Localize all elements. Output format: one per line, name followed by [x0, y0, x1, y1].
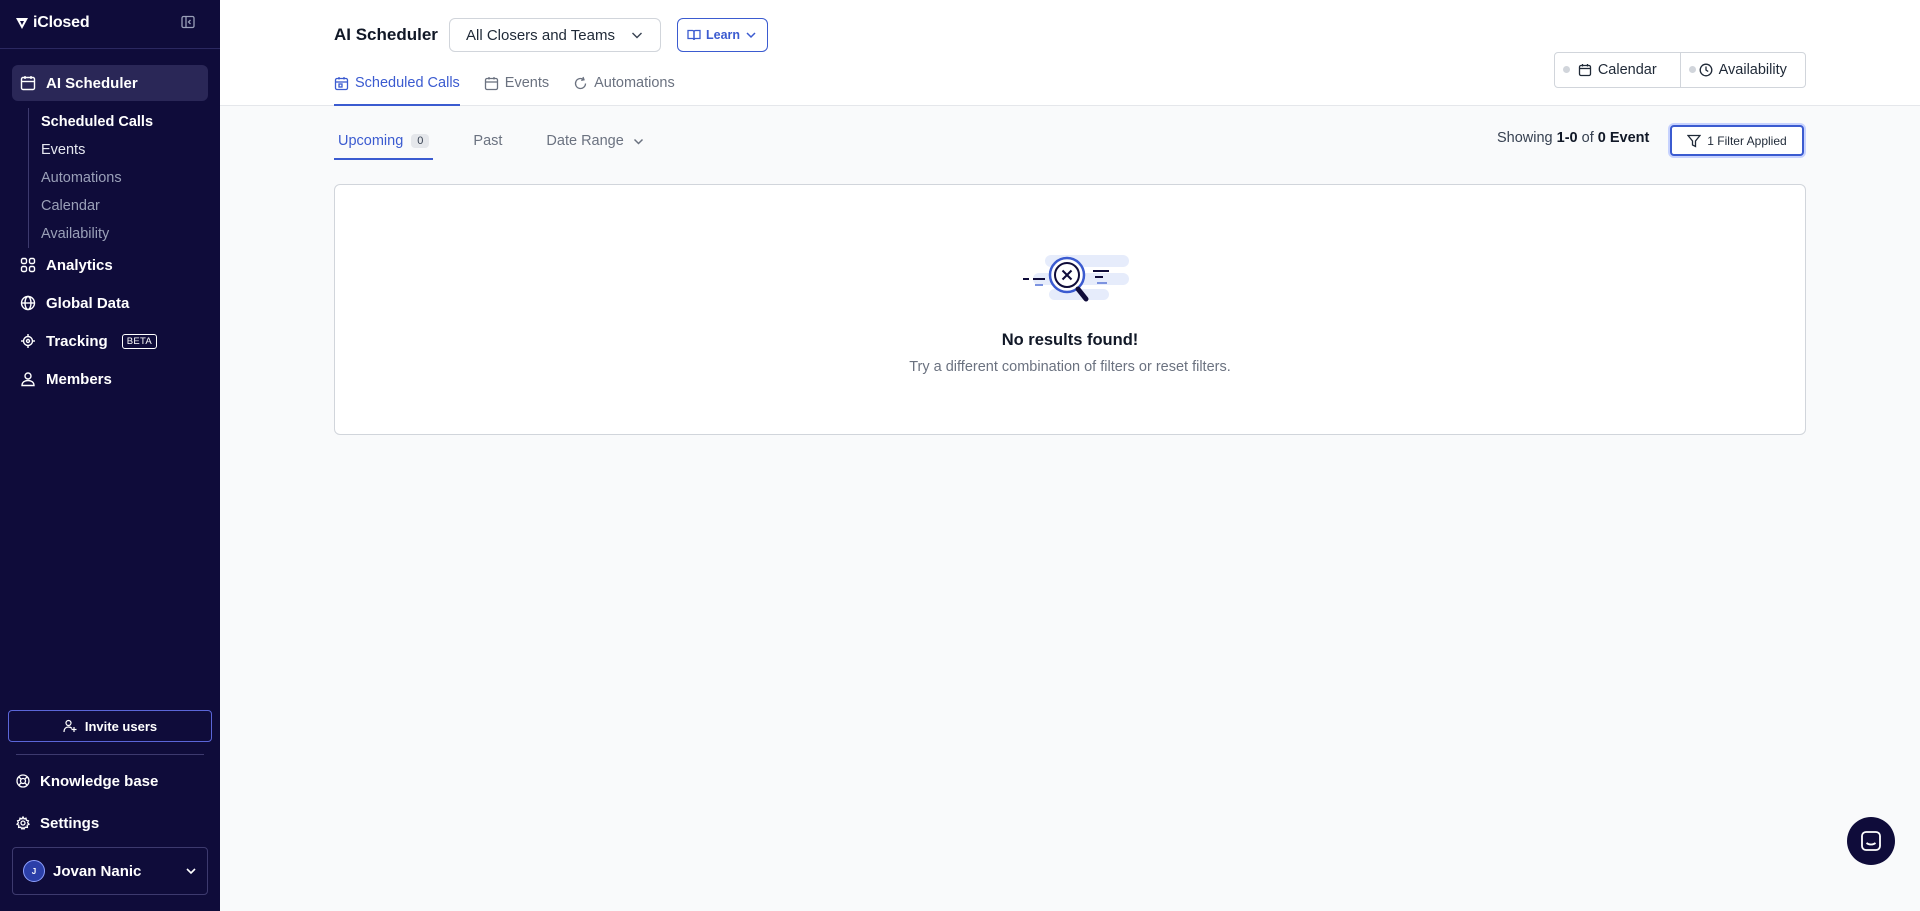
user-menu[interactable]: J Jovan Nanic [12, 847, 208, 895]
team-select-dropdown[interactable]: All Closers and Teams [449, 18, 661, 52]
tab-label: Scheduled Calls [355, 75, 460, 91]
calendar-icon [484, 76, 498, 90]
tab-label: Events [504, 75, 550, 91]
tab-scheduled-calls[interactable]: Scheduled Calls [334, 66, 460, 106]
beta-badge: BETA [121, 333, 158, 349]
showing-of: of [1581, 130, 1594, 146]
tab-upcoming[interactable]: Upcoming 0 [334, 126, 434, 160]
grid-icon [20, 257, 36, 273]
sidebar-divider [0, 48, 220, 49]
subnav-availability[interactable]: Availability [29, 220, 198, 248]
sidebar-item-label: Members [46, 370, 112, 388]
tab-past[interactable]: Past [469, 126, 506, 156]
avatar: J [23, 860, 45, 882]
sidebar-item-members[interactable]: Members [20, 367, 112, 391]
tab-label: Past [473, 133, 503, 149]
showing-total: 0 Event [1597, 130, 1650, 146]
status-dot [1688, 66, 1696, 73]
results-panel: No results found! Try a different combin… [334, 184, 1806, 435]
empty-state-subtitle: Try a different combination of filters o… [909, 359, 1231, 375]
refresh-icon [575, 76, 587, 89]
no-results-illustration-icon [1023, 255, 1129, 302]
invite-users-button[interactable]: Invite users [8, 710, 212, 742]
page-title: AI Scheduler [334, 25, 438, 44]
sidebar-item-label: Global Data [46, 294, 130, 312]
gear-icon [16, 816, 30, 830]
sidebar-item-ai-scheduler[interactable]: AI Scheduler [12, 65, 208, 101]
sidebar-item-label: Tracking [46, 332, 108, 350]
sidebar-item-tracking[interactable]: Tracking BETA [20, 329, 158, 353]
tab-events[interactable]: Events [484, 66, 549, 100]
count-badge: 0 [411, 134, 430, 148]
time-filter-tabs: Upcoming 0 Past Date Range [334, 126, 649, 160]
page-header: AI Scheduler All Closers and Teams Learn… [220, 0, 1920, 106]
tab-automations[interactable]: Automations [573, 66, 675, 100]
globe-icon [20, 295, 36, 311]
chevron-down-icon [186, 868, 196, 875]
collapse-sidebar-icon[interactable] [181, 15, 197, 31]
date-range-dropdown[interactable]: Date Range [542, 126, 648, 156]
sidebar-subnav: Scheduled Calls Events Automations Calen… [28, 108, 198, 248]
calendar-view-label: Calendar [1597, 62, 1657, 78]
calendar-icon [20, 76, 36, 91]
filter-button[interactable]: 1 Filter Applied [1670, 125, 1804, 156]
iclosed-logo-icon [16, 18, 28, 29]
brand-name: iClosed [33, 14, 90, 31]
chevron-down-icon [746, 32, 756, 39]
sidebar-divider [16, 754, 204, 755]
subnav-events[interactable]: Events [29, 136, 198, 164]
sidebar: iClosed AI Scheduler Scheduled Calls Eve… [0, 0, 220, 911]
calendar-check-icon [334, 76, 349, 90]
subnav-scheduled-calls[interactable]: Scheduled Calls [29, 108, 198, 136]
user-plus-icon [63, 719, 77, 733]
clock-icon [1699, 63, 1713, 77]
settings-link[interactable]: Settings [16, 811, 99, 835]
tab-label: Upcoming [338, 133, 404, 149]
filter-label: 1 Filter Applied [1707, 133, 1787, 148]
showing-prefix: Showing [1497, 130, 1553, 146]
calendar-icon [1578, 64, 1591, 77]
sidebar-item-global-data[interactable]: Global Data [20, 291, 129, 315]
user-name: Jovan Nanic [53, 862, 142, 880]
availability-view-label: Availability [1718, 62, 1787, 78]
results-count: Showing 1-0 of 0 Event [1497, 130, 1649, 146]
chat-launcher-button[interactable] [1847, 817, 1895, 865]
date-range-label: Date Range [546, 133, 624, 149]
availability-view-button[interactable]: Availability [1679, 53, 1806, 87]
tab-label: Automations [594, 75, 675, 91]
team-select-value: All Closers and Teams [466, 26, 615, 44]
chat-icon [1861, 831, 1881, 851]
knowledge-base-link[interactable]: Knowledge base [16, 769, 158, 793]
header-tabs: Scheduled Calls Events Automations [334, 66, 675, 106]
settings-label: Settings [40, 814, 100, 832]
sidebar-item-label: AI Scheduler [46, 74, 138, 92]
view-toggle: Calendar Availability [1554, 52, 1806, 88]
sidebar-item-label: Analytics [46, 256, 113, 274]
subnav-automations[interactable]: Automations [29, 164, 198, 192]
learn-label: Learn [706, 28, 741, 42]
chevron-down-icon [632, 32, 642, 39]
user-icon [21, 372, 35, 387]
empty-state-title: No results found! [1001, 331, 1139, 349]
calendar-view-button[interactable]: Calendar [1555, 53, 1680, 87]
invite-users-label: Invite users [84, 718, 158, 734]
filter-icon [1687, 134, 1702, 148]
status-dot [1563, 66, 1570, 73]
target-icon [21, 334, 35, 348]
lifebuoy-icon [16, 774, 30, 788]
book-icon [687, 29, 701, 41]
brand-logo[interactable]: iClosed [15, 14, 90, 32]
learn-button[interactable]: Learn [677, 18, 768, 52]
sidebar-item-analytics[interactable]: Analytics [20, 253, 113, 277]
subnav-calendar[interactable]: Calendar [29, 192, 198, 220]
chevron-down-icon [633, 138, 643, 145]
showing-range: 1-0 [1556, 130, 1578, 146]
knowledge-base-label: Knowledge base [40, 772, 159, 790]
